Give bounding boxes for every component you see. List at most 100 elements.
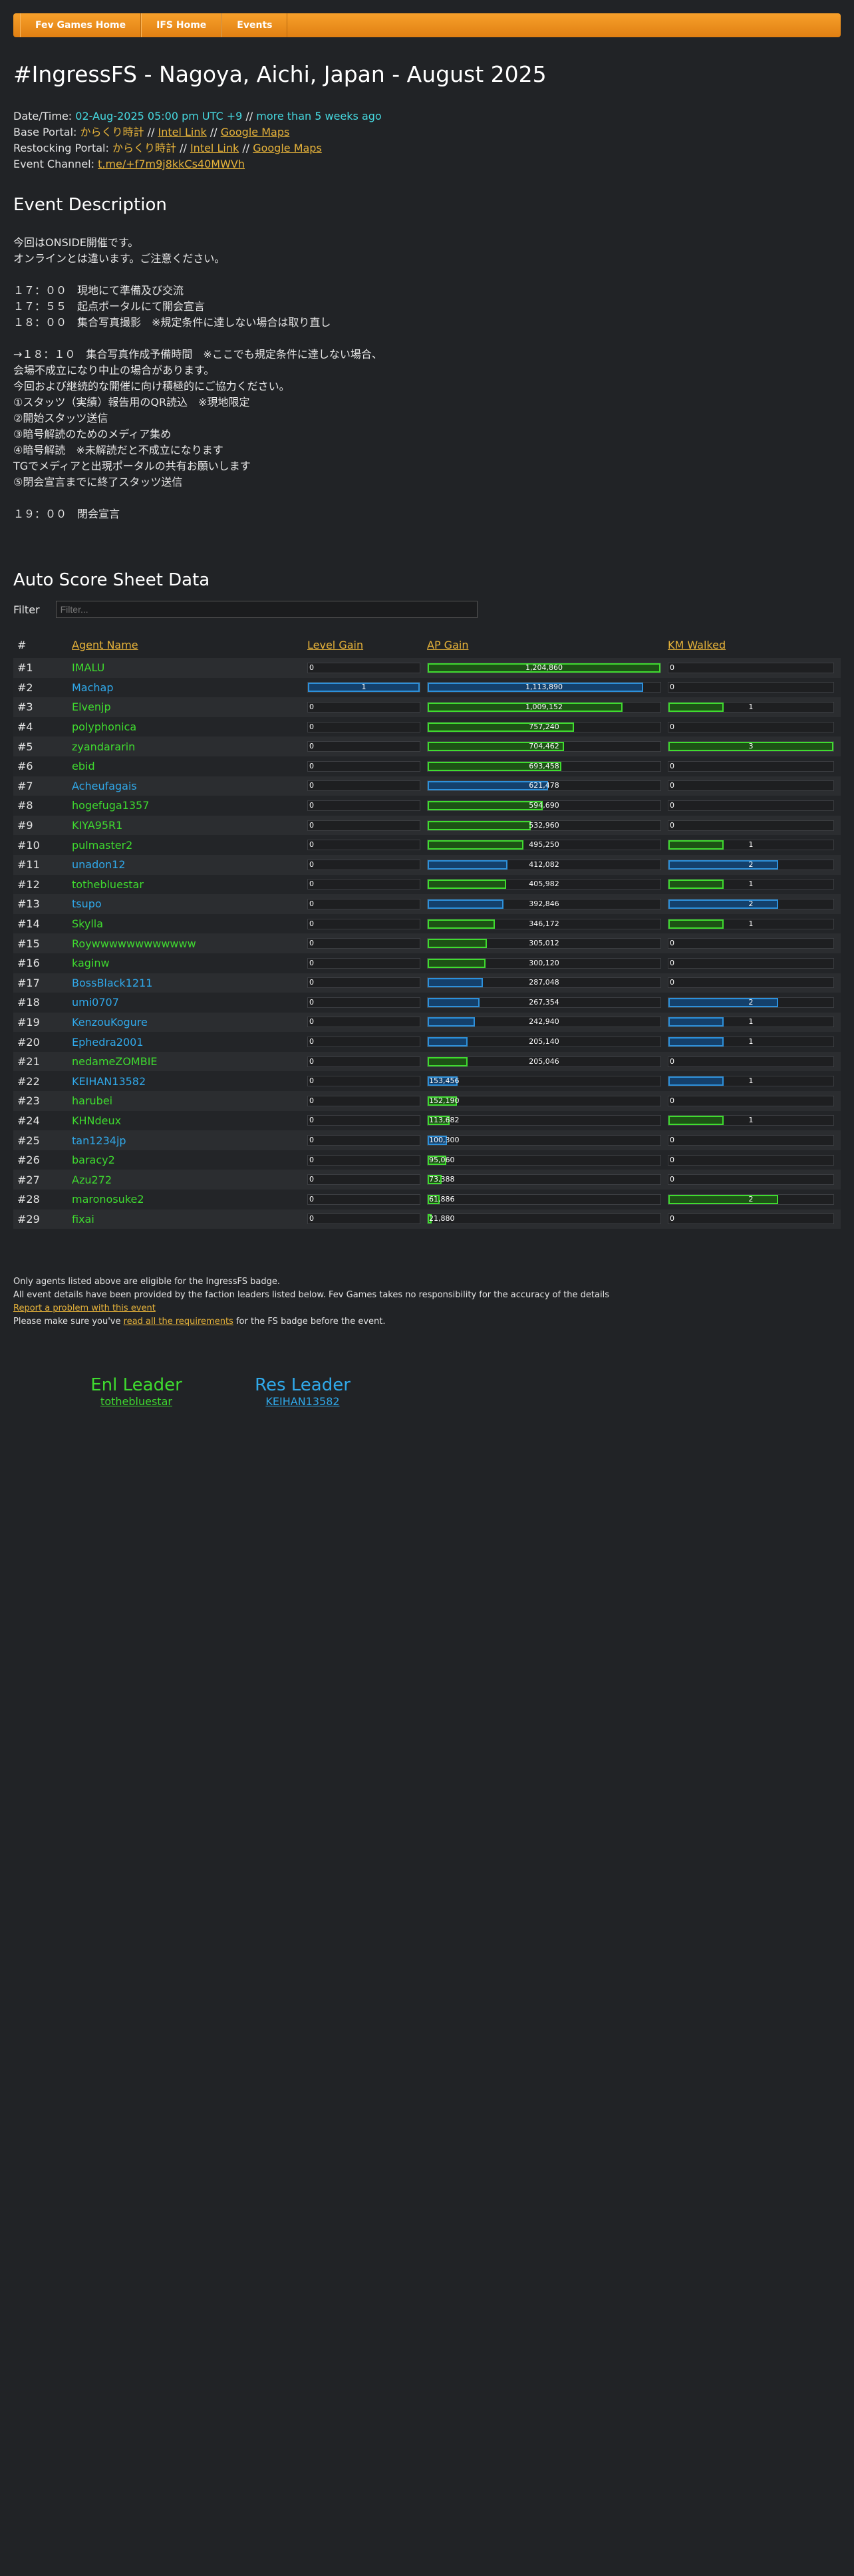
ap-gain-value: 346,172 bbox=[529, 919, 559, 928]
agent-name-cell: KEIHAN13582 bbox=[72, 1074, 146, 1088]
ap-gain-value: 757,240 bbox=[529, 722, 559, 731]
sort-km-walked[interactable]: KM Walked bbox=[668, 639, 726, 651]
agent-name-cell: ebid bbox=[72, 760, 95, 773]
res-leader-link[interactable]: KEIHAN13582 bbox=[265, 1395, 339, 1408]
km-walked-value: 0 bbox=[670, 781, 674, 790]
ap-gain-value: 1,113,890 bbox=[525, 683, 563, 692]
km-walked-value: 1 bbox=[748, 1116, 754, 1125]
agent-name-cell: Ephedra2001 bbox=[72, 1035, 144, 1048]
level-gain-value: 0 bbox=[309, 1155, 314, 1164]
table-row: #29 fixai 0 21,880 0 bbox=[13, 1209, 841, 1229]
level-gain-bar: 0 bbox=[307, 1056, 420, 1067]
ap-gain-cell: 113,682 bbox=[427, 1111, 668, 1131]
restock-portal-name: からくり時計 bbox=[112, 142, 176, 154]
table-row: #11 unadon12 0 412,082 2 bbox=[13, 854, 841, 875]
level-gain-cell: 0 bbox=[307, 973, 427, 993]
km-walked-bar: 0 bbox=[668, 662, 834, 673]
col-agent-name[interactable]: Agent Name bbox=[72, 631, 307, 658]
km-walked-value: 0 bbox=[670, 663, 674, 672]
level-gain-cell: 0 bbox=[307, 717, 427, 737]
level-gain-bar: 0 bbox=[307, 1194, 420, 1205]
level-gain-value: 1 bbox=[361, 683, 366, 692]
sort-agent-name[interactable]: Agent Name bbox=[72, 639, 138, 651]
rank-cell: #20 bbox=[17, 1035, 40, 1048]
requirements-link[interactable]: read all the requirements bbox=[124, 1317, 233, 1327]
level-gain-bar: 0 bbox=[307, 1115, 420, 1126]
ap-gain-bar: 152,190 bbox=[427, 1095, 661, 1106]
enl-leader-link[interactable]: tothebluestar bbox=[100, 1395, 172, 1408]
km-walked-cell: 0 bbox=[668, 1052, 841, 1072]
enl-leader: Enl Leader tothebluestar bbox=[53, 1375, 219, 1408]
table-row: #28 maronosuke2 0 61,886 2 bbox=[13, 1190, 841, 1209]
level-gain-cell: 0 bbox=[307, 1032, 427, 1052]
base-maps-link[interactable]: Google Maps bbox=[221, 126, 290, 138]
restock-maps-link[interactable]: Google Maps bbox=[253, 142, 322, 154]
level-gain-bar: 0 bbox=[307, 721, 420, 732]
ap-gain-bar: 205,046 bbox=[427, 1056, 661, 1067]
col-level-gain[interactable]: Level Gain bbox=[307, 631, 427, 658]
nav-fev-games-home[interactable]: Fev Games Home bbox=[20, 13, 142, 37]
level-gain-value: 0 bbox=[309, 1175, 314, 1184]
km-walked-bar: 1 bbox=[668, 1037, 834, 1048]
col-km-walked[interactable]: KM Walked bbox=[668, 631, 841, 658]
top-nav: Fev Games Home IFS Home Events bbox=[13, 13, 841, 37]
km-walked-bar: 1 bbox=[668, 918, 834, 929]
table-row: #12 tothebluestar 0 405,982 1 bbox=[13, 874, 841, 895]
level-gain-cell: 0 bbox=[307, 1111, 427, 1131]
ap-gain-cell: 495,250 bbox=[427, 835, 668, 855]
rank-cell: #22 bbox=[17, 1074, 40, 1088]
sort-ap-gain[interactable]: AP Gain bbox=[427, 639, 468, 651]
km-walked-bar: 1 bbox=[668, 701, 834, 713]
footer-notes: Only agents listed above are eligible fo… bbox=[13, 1275, 841, 1329]
level-gain-value: 0 bbox=[309, 1214, 314, 1223]
agent-name-cell: KHNdeux bbox=[72, 1114, 122, 1127]
level-gain-cell: 0 bbox=[307, 1013, 427, 1033]
ap-gain-cell: 621,478 bbox=[427, 776, 668, 796]
km-walked-bar: 0 bbox=[668, 977, 834, 989]
level-gain-bar: 0 bbox=[307, 918, 420, 929]
base-intel-link[interactable]: Intel Link bbox=[158, 126, 206, 138]
col-rank: # bbox=[17, 638, 27, 651]
level-gain-bar: 0 bbox=[307, 1213, 420, 1225]
ap-gain-bar: 153,456 bbox=[427, 1076, 661, 1087]
report-problem-link[interactable]: Report a problem with this event bbox=[13, 1303, 156, 1313]
event-channel-link[interactable]: t.me/+f7m9j8kkCs40MWVh bbox=[98, 158, 245, 170]
ap-gain-bar: 100,300 bbox=[427, 1135, 661, 1146]
nav-ifs-home[interactable]: IFS Home bbox=[141, 13, 222, 37]
level-gain-bar: 0 bbox=[307, 1154, 420, 1166]
km-walked-cell: 1 bbox=[668, 875, 841, 895]
ap-gain-cell: 305,012 bbox=[427, 933, 668, 953]
km-walked-cell: 0 bbox=[668, 796, 841, 816]
level-gain-bar: 0 bbox=[307, 800, 420, 811]
restock-intel-link[interactable]: Intel Link bbox=[190, 142, 239, 154]
ap-gain-value: 405,982 bbox=[529, 880, 559, 889]
rank-cell: #6 bbox=[17, 760, 33, 773]
ap-gain-cell: 152,190 bbox=[427, 1091, 668, 1111]
rank-cell: #16 bbox=[17, 957, 40, 970]
nav-events[interactable]: Events bbox=[221, 13, 288, 37]
ap-gain-cell: 412,082 bbox=[427, 855, 668, 875]
table-row: #10 pulmaster2 0 495,250 1 bbox=[13, 835, 841, 855]
ap-gain-value: 412,082 bbox=[529, 860, 559, 869]
km-walked-bar: 0 bbox=[668, 1154, 834, 1166]
col-ap-gain[interactable]: AP Gain bbox=[427, 631, 668, 658]
filter-input[interactable] bbox=[55, 601, 478, 618]
level-gain-cell: 0 bbox=[307, 736, 427, 756]
ap-gain-cell: 693,458 bbox=[427, 756, 668, 776]
table-row: #13 tsupo 0 392,846 2 bbox=[13, 894, 841, 914]
restock-portal-label: Restocking Portal: bbox=[13, 142, 109, 154]
km-walked-value: 0 bbox=[670, 1096, 674, 1105]
sort-level-gain[interactable]: Level Gain bbox=[307, 639, 363, 651]
res-leader: Res Leader KEIHAN13582 bbox=[219, 1375, 386, 1408]
rank-cell: #21 bbox=[17, 1055, 40, 1068]
table-row: #14 Skylla 0 346,172 1 bbox=[13, 913, 841, 934]
agent-name-cell: pulmaster2 bbox=[72, 838, 133, 852]
level-gain-cell: 0 bbox=[307, 1130, 427, 1150]
ap-gain-cell: 100,300 bbox=[427, 1130, 668, 1150]
score-table: # Agent Name Level Gain AP Gain KM Walke… bbox=[13, 631, 841, 1229]
km-walked-cell: 2 bbox=[668, 993, 841, 1013]
agent-name-cell: KenzouKogure bbox=[72, 1015, 148, 1029]
ap-gain-cell: 21,880 bbox=[427, 1209, 668, 1229]
table-body: #1 IMALU 0 1,204,860 0 #2 Machap 1 1,113,890 0 #3 E… bbox=[13, 658, 841, 1229]
level-gain-bar: 0 bbox=[307, 760, 420, 772]
